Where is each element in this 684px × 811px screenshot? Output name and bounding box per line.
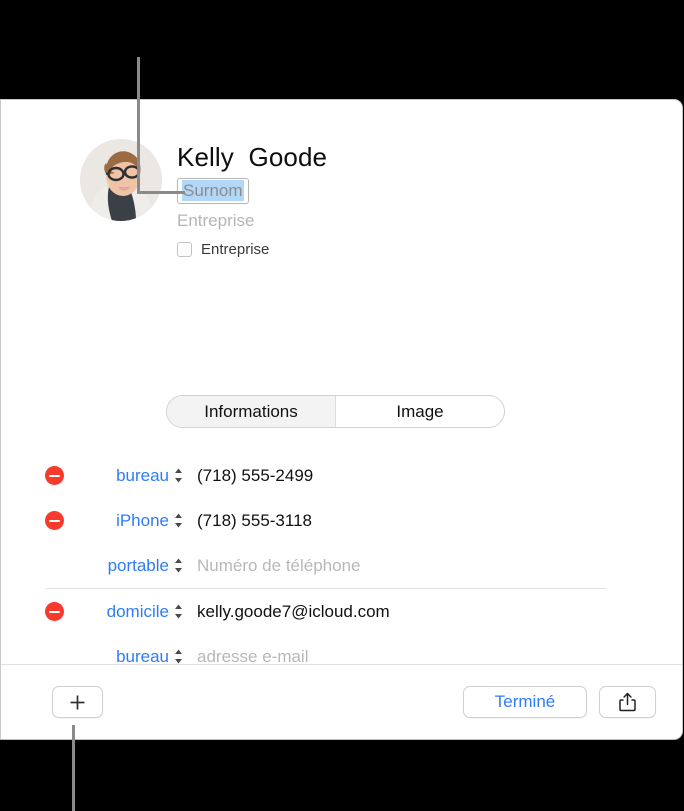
name-block: Kelly Goode Surnom Entreprise Entreprise	[177, 140, 327, 258]
chevron-updown-icon[interactable]	[169, 557, 187, 574]
remove-circle-icon[interactable]	[45, 602, 64, 621]
field-label-email-home[interactable]: domicile	[71, 602, 169, 622]
tab-informations[interactable]: Informations	[167, 396, 336, 427]
field-value-phone-work[interactable]: (718) 555-2499	[187, 466, 682, 486]
field-label-email-work[interactable]: bureau	[71, 647, 169, 665]
company-checkbox-row[interactable]: Entreprise	[177, 241, 327, 258]
callout-line-vertical-top	[137, 57, 140, 194]
company-checkbox[interactable]	[177, 242, 192, 257]
share-button[interactable]	[599, 686, 656, 718]
remove-field-cell[interactable]	[45, 511, 71, 530]
callout-line-vertical-bottom	[72, 725, 75, 811]
chevron-updown-icon[interactable]	[169, 512, 187, 529]
field-label-phone-iphone[interactable]: iPhone	[71, 511, 169, 531]
remove-field-cell	[45, 556, 71, 575]
field-label-phone-work[interactable]: bureau	[71, 466, 169, 486]
chevron-updown-icon[interactable]	[169, 648, 187, 664]
info-image-segmented-control[interactable]: Informations Image	[166, 395, 505, 428]
table-row[interactable]: iPhone (718) 555-3118	[1, 498, 682, 543]
chevron-updown-icon[interactable]	[169, 603, 187, 620]
share-icon	[618, 692, 637, 712]
nickname-value: Surnom	[182, 180, 244, 201]
field-label-phone-mobile[interactable]: portable	[71, 556, 169, 576]
table-row[interactable]: bureau adresse e-mail	[1, 634, 682, 665]
field-value-phone-iphone[interactable]: (718) 555-3118	[187, 511, 682, 531]
table-row[interactable]: portable Numéro de téléphone	[1, 543, 682, 588]
remove-field-cell[interactable]	[45, 602, 71, 621]
callout-line-horizontal-top	[137, 191, 185, 194]
company-field[interactable]: Entreprise	[177, 210, 327, 232]
contact-editor-window: Kelly Goode Surnom Entreprise Entreprise…	[0, 99, 683, 740]
table-row[interactable]: domicile kelly.goode7@icloud.com	[1, 589, 682, 634]
table-row[interactable]: bureau (718) 555-2499	[1, 453, 682, 498]
remove-circle-icon[interactable]	[45, 466, 64, 485]
tab-image[interactable]: Image	[336, 396, 504, 427]
add-field-button[interactable]	[52, 686, 103, 718]
contact-scroll-area[interactable]: Kelly Goode Surnom Entreprise Entreprise…	[1, 100, 682, 664]
contact-identity-header: Kelly Goode Surnom Entreprise Entreprise	[1, 100, 682, 275]
bottom-toolbar: Terminé	[1, 665, 682, 739]
field-value-email-home[interactable]: kelly.goode7@icloud.com	[187, 602, 682, 622]
remove-field-cell[interactable]	[45, 466, 71, 485]
avatar[interactable]	[80, 139, 162, 221]
nickname-field[interactable]: Surnom	[177, 178, 249, 204]
company-checkbox-label: Entreprise	[201, 241, 270, 258]
remove-field-cell	[45, 647, 71, 664]
field-value-phone-mobile[interactable]: Numéro de téléphone	[187, 556, 682, 576]
contact-fields-list: bureau (718) 555-2499 iPhone (718) 555-3…	[1, 453, 682, 664]
done-button[interactable]: Terminé	[463, 686, 587, 718]
contact-full-name[interactable]: Kelly Goode	[177, 140, 327, 174]
remove-circle-icon[interactable]	[45, 511, 64, 530]
chevron-updown-icon[interactable]	[169, 467, 187, 484]
field-value-email-work[interactable]: adresse e-mail	[187, 647, 682, 665]
plus-icon	[69, 694, 86, 711]
